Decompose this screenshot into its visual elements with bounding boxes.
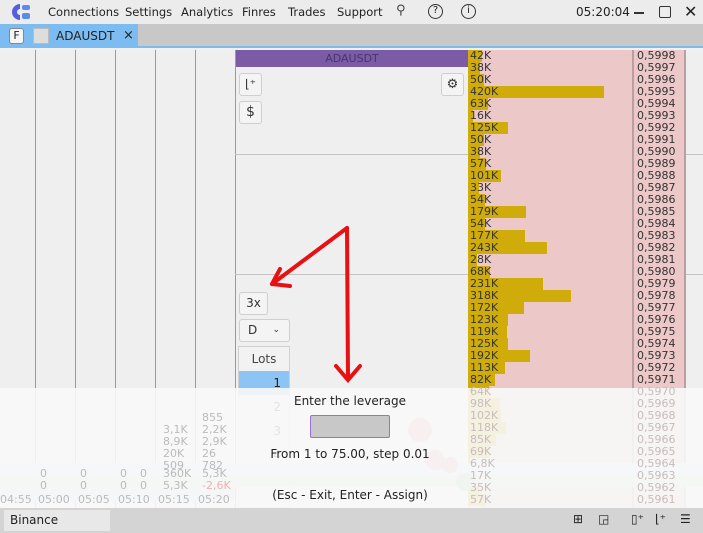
tab-adausdt[interactable]: F ADAUSDT × [0, 24, 138, 48]
cluster-cell: 5,3K [163, 479, 188, 492]
add-list-icon[interactable]: ☰ [680, 512, 691, 526]
tab-bar: F ADAUSDT × [0, 24, 703, 48]
exchange-label[interactable]: Binance [4, 510, 110, 531]
volume-label: 57K [470, 493, 492, 506]
menu-support[interactable]: Support [337, 5, 382, 19]
volume-row: 420K [468, 86, 632, 98]
menu-connections[interactable]: Connections [48, 5, 119, 19]
volume-row: 42K [468, 50, 632, 62]
time-label: 05:00 [38, 493, 70, 506]
pin-off-icon[interactable]: ⚲ [396, 3, 406, 18]
menu-settings[interactable]: Settings [125, 5, 172, 19]
volume-row: 82K [468, 374, 632, 386]
cluster-cell: -2,6K [202, 479, 231, 492]
dialog-hint: From 1 to 75.00, step 0.01 [270, 447, 430, 461]
cluster-cell: 0 [120, 479, 127, 492]
tab-label: ADAUSDT [56, 29, 115, 43]
time-label: 05:20 [198, 493, 230, 506]
lots-header: Lots [251, 352, 277, 366]
volume-row: 179K [468, 206, 632, 218]
title-bar: Connections Settings Analytics Finres Tr… [0, 0, 703, 24]
volume-row: 33K [468, 182, 632, 194]
volume-row: 38K [468, 62, 632, 74]
tab-close-button[interactable]: × [123, 28, 134, 43]
direction-select[interactable]: D ⌄ [239, 319, 290, 342]
add-chart-button[interactable]: ⌊⁺ [239, 73, 262, 96]
volume-row: 50K [468, 134, 632, 146]
volume-row: 113K [468, 362, 632, 374]
status-bar: Binance ⊞ ◲ ▯⁺ ⌊⁺ ☰ [0, 508, 703, 533]
menu-trades[interactable]: Trades [288, 5, 325, 19]
volume-row: 125K [468, 122, 632, 134]
time-label: 05:05 [78, 493, 110, 506]
price-label: 0,5961 [637, 493, 676, 506]
cluster-cell: 0 [140, 479, 147, 492]
menu-finres[interactable]: Finres [242, 5, 276, 19]
leverage-button[interactable]: 3x [239, 292, 268, 315]
leverage-dialog: Enter the leverage From 1 to 75.00, step… [0, 388, 703, 508]
direction-value: D [248, 323, 258, 337]
volume-row: 28K [468, 254, 632, 266]
close-window-button[interactable]: ✕ [684, 2, 697, 21]
gear-icon[interactable]: ⚙ [441, 73, 464, 96]
maximize-button[interactable] [659, 6, 671, 18]
app-logo-icon [12, 4, 30, 20]
leverage-input[interactable] [310, 415, 390, 438]
help-icon[interactable]: ? [428, 4, 443, 19]
futures-badge: F [9, 28, 24, 44]
cluster-cell: 0 [80, 479, 87, 492]
cluster-cell: 0 [40, 479, 47, 492]
add-column-icon[interactable]: ▯⁺ [631, 512, 644, 526]
time-label: 05:10 [118, 493, 150, 506]
volume-row: 38K [468, 146, 632, 158]
dialog-keys-hint: (Esc - Exit, Enter - Assign) [272, 488, 428, 502]
minimize-button[interactable] [634, 12, 644, 14]
add-chat-icon[interactable]: ◲ [598, 512, 609, 526]
menu-analytics[interactable]: Analytics [181, 5, 233, 19]
volume-row: 243K [468, 242, 632, 254]
add-window-icon[interactable]: ⊞ [573, 512, 583, 526]
add-chart-icon[interactable]: ⌊⁺ [655, 512, 666, 526]
chevron-down-icon: ⌄ [272, 325, 280, 335]
dialog-title: Enter the leverage [293, 394, 407, 408]
info-icon[interactable]: i [461, 4, 476, 19]
time-label: 05:15 [158, 493, 190, 506]
dollar-button[interactable]: $ [239, 101, 262, 124]
volume-row: 63K [468, 98, 632, 110]
exchange-icon [33, 28, 49, 44]
chart-title: ADAUSDT [236, 50, 468, 67]
time-label: 04:55 [0, 493, 32, 506]
volume-row: 101K [468, 170, 632, 182]
clock: 05:20:04 [576, 5, 630, 19]
